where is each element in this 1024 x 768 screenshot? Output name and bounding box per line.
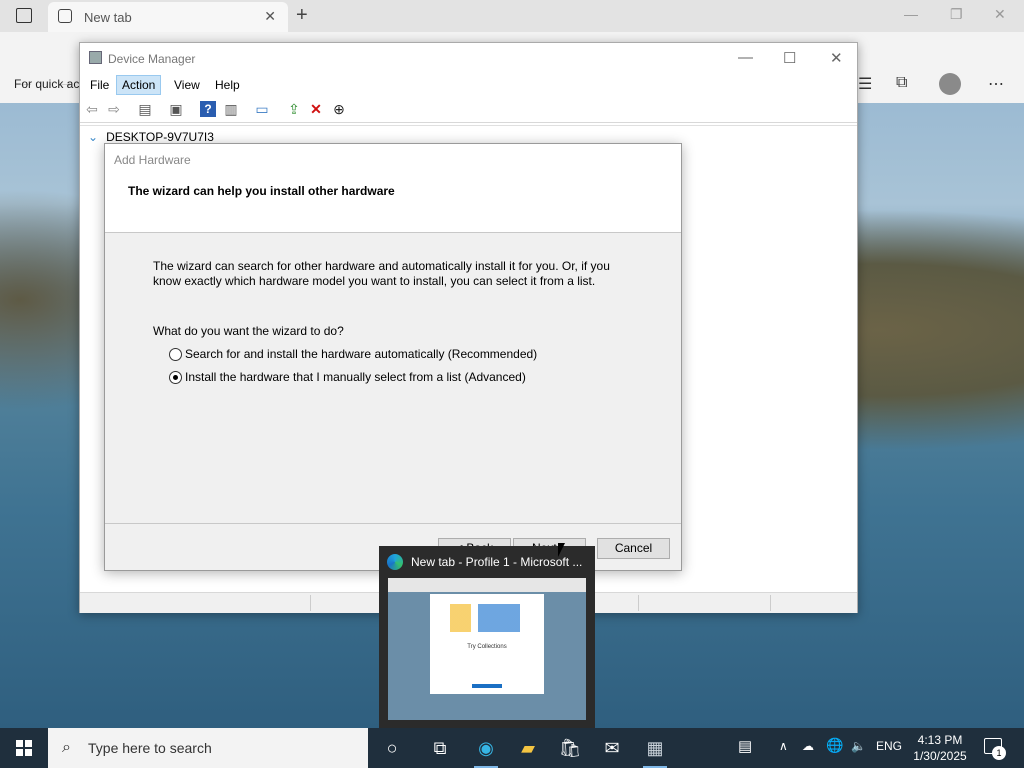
preview-collections-card: Try Collections	[430, 594, 544, 694]
more-options-icon[interactable]: ⋯	[988, 74, 1004, 94]
minimize-icon[interactable]: —	[904, 6, 918, 22]
chevron-down-icon[interactable]: ⌄	[88, 130, 98, 144]
status-divider	[770, 595, 771, 611]
windows-logo-icon	[16, 740, 32, 756]
new-tab-page-icon	[58, 9, 72, 23]
wizard-header: Add Hardware The wizard can help you ins…	[105, 144, 681, 233]
taskbar: ⌕ Type here to search ○ ⧉ ◉ ▰ 🛍 ✉ ▦ ▤ ∧ …	[0, 728, 1024, 768]
status-divider	[310, 595, 311, 611]
collections-icon[interactable]: ⧉	[896, 74, 907, 92]
device-manager-taskbar-icon[interactable]: ▦	[641, 734, 669, 768]
scan-hardware-icon[interactable]: ▭	[254, 101, 270, 117]
taskbar-thumbnail-preview[interactable]: New tab - Profile 1 - Microsoft ... Try …	[379, 546, 595, 728]
properties-icon[interactable]: ▣	[168, 101, 184, 117]
device-manager-titlebar[interactable]: Device Manager — ☐ ✕	[80, 43, 857, 73]
disable-device-icon[interactable]: ⊕	[331, 101, 347, 117]
close-tab-icon[interactable]: ✕	[264, 8, 276, 25]
notification-count-badge: 1	[992, 746, 1006, 760]
mouse-pointer-icon	[558, 543, 565, 557]
cancel-button[interactable]: Cancel	[597, 538, 670, 559]
mail-icon[interactable]: ✉	[598, 734, 626, 762]
new-tab-button[interactable]: +	[296, 4, 308, 27]
forward-arrow-icon[interactable]: ⇨	[106, 101, 122, 117]
computer-name: DESKTOP-9V7U7I3	[106, 130, 214, 144]
volume-muted-icon[interactable]: 🔈	[851, 739, 866, 753]
tab-title: New tab	[84, 10, 132, 25]
preview-toolbar	[388, 578, 586, 592]
taskbar-search-box[interactable]: ⌕ Type here to search	[48, 728, 368, 768]
preview-card-title: Try Collections	[467, 644, 507, 650]
task-view-icon[interactable]: ⧉	[426, 734, 454, 762]
close-icon[interactable]: ✕	[994, 6, 1006, 23]
microsoft-store-icon[interactable]: 🛍	[556, 734, 584, 762]
clock[interactable]: 4:13 PM 1/30/2025	[905, 732, 975, 764]
wizard-title: Add Hardware	[114, 153, 191, 167]
menu-file[interactable]: File	[85, 76, 114, 94]
menu-bar: File Action View Help	[80, 73, 857, 96]
menu-action[interactable]: Action	[116, 75, 162, 95]
window-title: Device Manager	[108, 52, 196, 66]
search-icon: ⌕	[62, 739, 71, 756]
radio-button-selected[interactable]	[169, 371, 182, 384]
radio-button[interactable]	[169, 348, 182, 361]
restore-icon[interactable]: ❐	[950, 6, 963, 23]
thumbnail-title: New tab - Profile 1 - Microsoft ...	[411, 555, 583, 569]
show-hidden-icons-chevron-up-icon[interactable]: ∧	[779, 739, 788, 753]
tree-root-node[interactable]: ⌄ DESKTOP-9V7U7I3	[88, 130, 214, 144]
onedrive-cloud-icon[interactable]: ☁	[802, 739, 814, 753]
language-indicator[interactable]: ENG	[876, 739, 902, 753]
clock-time: 4:13 PM	[917, 733, 963, 747]
thumbnail-image: Try Collections	[388, 578, 586, 720]
minimize-icon[interactable]: —	[738, 49, 753, 66]
action-pane-icon[interactable]: ▥	[223, 101, 239, 117]
wizard-question: What do you want the wizard to do?	[153, 324, 344, 338]
option-label: Install the hardware that I manually sel…	[185, 370, 526, 384]
toolbar: ⇦ ⇨ ▤ ▣ ? ▥ ▭ ⇪ ✕ ⊕	[80, 96, 857, 123]
add-hardware-wizard: Add Hardware The wizard can help you ins…	[104, 143, 682, 571]
profile-avatar[interactable]	[939, 73, 961, 95]
edge-icon	[387, 554, 403, 570]
cortana-icon[interactable]: ○	[378, 734, 406, 762]
menu-help[interactable]: Help	[210, 76, 245, 94]
edge-tab-new-tab[interactable]: New tab ✕	[48, 2, 288, 32]
back-arrow-icon[interactable]: ⇦	[84, 101, 100, 117]
close-icon[interactable]: ✕	[830, 49, 843, 67]
start-button[interactable]	[0, 728, 48, 768]
network-icon[interactable]: 🌐	[826, 737, 843, 754]
news-widget-icon[interactable]: ▤	[738, 737, 752, 755]
clock-date: 1/30/2025	[913, 749, 967, 763]
device-manager-icon	[89, 51, 102, 64]
edge-tab-bar: New tab ✕ + — ❐ ✕	[0, 0, 1024, 32]
file-explorer-icon[interactable]: ▰	[514, 734, 542, 762]
divider	[105, 523, 681, 524]
tab-actions-icon[interactable]	[16, 8, 32, 23]
status-divider	[638, 595, 639, 611]
update-driver-icon[interactable]: ⇪	[286, 101, 302, 117]
help-icon[interactable]: ?	[200, 101, 216, 117]
search-placeholder: Type here to search	[88, 740, 212, 756]
uninstall-device-icon[interactable]: ✕	[308, 101, 324, 117]
collections-illustration	[450, 604, 520, 632]
maximize-icon[interactable]: ☐	[783, 49, 796, 67]
wizard-description: The wizard can search for other hardware…	[153, 259, 610, 288]
favorites-icon[interactable]: ☰	[858, 74, 872, 94]
preview-card-button	[472, 684, 502, 688]
show-hide-console-tree-icon[interactable]: ▤	[137, 101, 153, 117]
favorites-bar-text: For quick ac	[14, 77, 80, 91]
option-label: Search for and install the hardware auto…	[185, 347, 538, 361]
menu-view[interactable]: View	[169, 76, 205, 94]
edge-taskbar-icon[interactable]: ◉	[472, 734, 500, 768]
wizard-heading: The wizard can help you install other ha…	[128, 184, 395, 198]
